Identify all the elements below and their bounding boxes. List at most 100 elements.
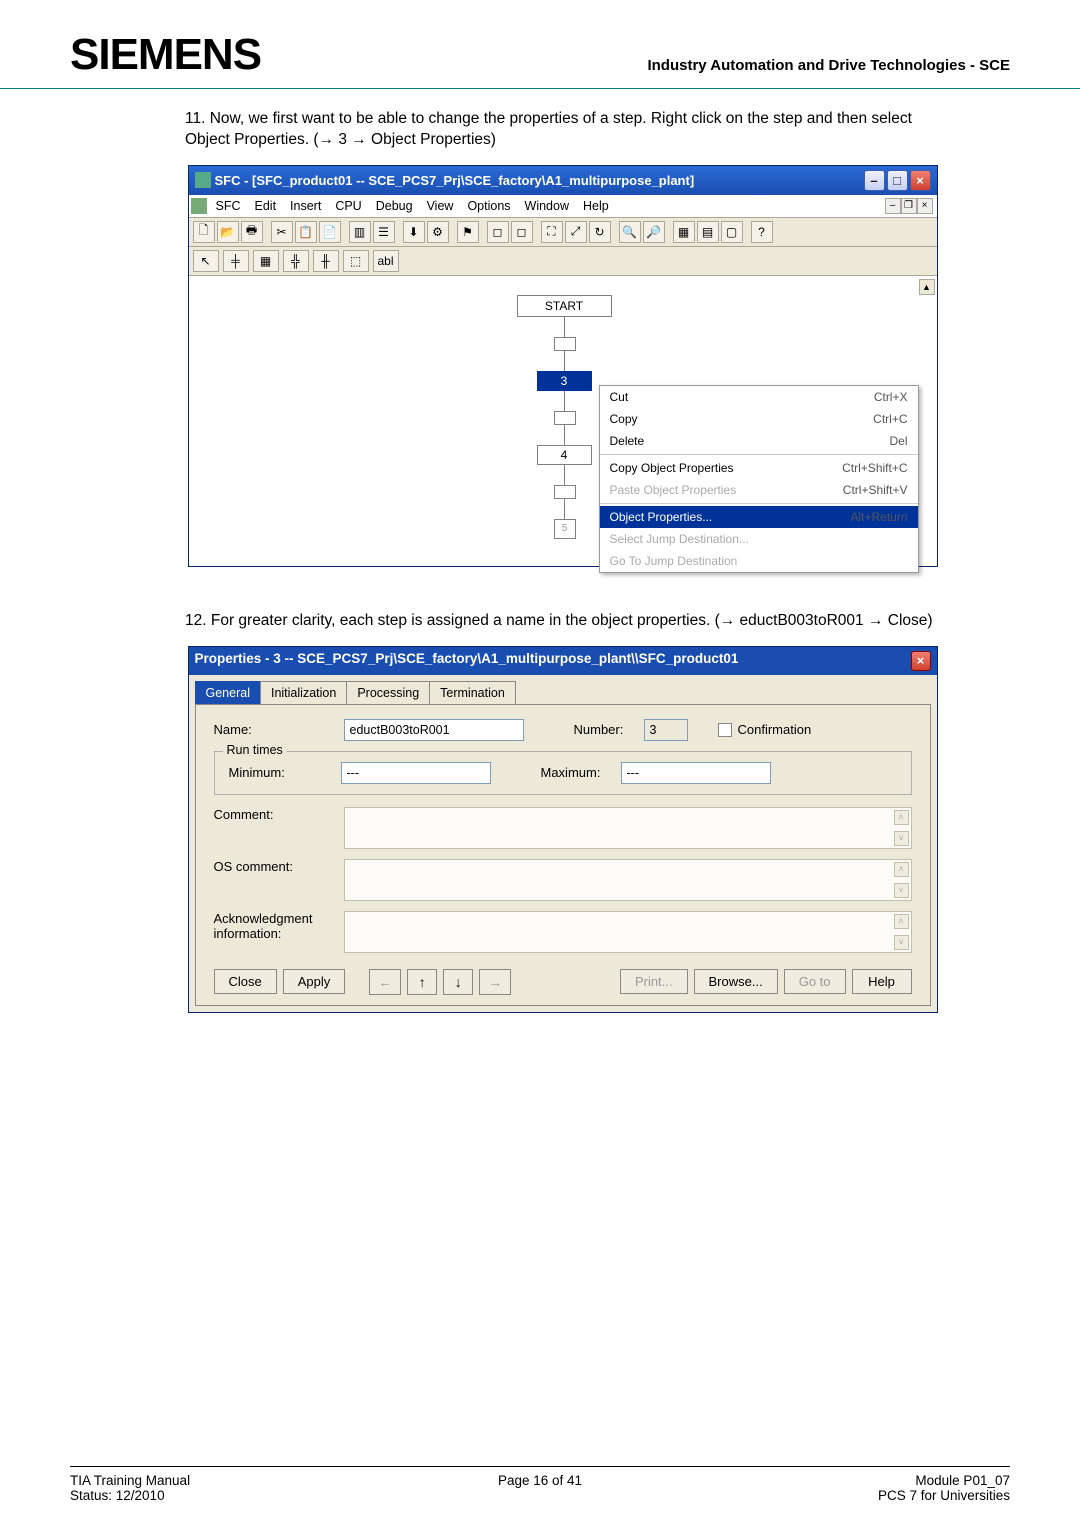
sfc-tool5-icon[interactable]: ⬚	[343, 250, 369, 272]
refresh-icon[interactable]: ↻	[589, 221, 611, 243]
sfc-tool-abl-icon[interactable]: abl	[373, 250, 399, 272]
new-icon[interactable]: 🗋	[193, 221, 215, 243]
sfc-tool3-icon[interactable]: ╬	[283, 250, 309, 272]
scroll-down-icon[interactable]: ˅	[894, 831, 909, 846]
apply-button[interactable]: Apply	[283, 969, 346, 994]
ctx-copy-obj-props[interactable]: Copy Object PropertiesCtrl+Shift+C	[600, 457, 918, 479]
download-icon[interactable]: ⬇	[403, 221, 425, 243]
help-button[interactable]: Help	[852, 969, 912, 994]
print-button: Print...	[620, 969, 688, 994]
pointer-icon[interactable]: ↖	[193, 250, 219, 272]
sfc-start-step[interactable]: START	[517, 295, 612, 317]
sfc-transition-3[interactable]	[554, 485, 576, 499]
toolbar-main: 🗋 📂 🖶 ✂ 📋 📄 ▥ ☰ ⬇ ⚙ ⚑ ◻ ◻ ⛶ ⤢ ↻ 🔍 🔎	[189, 218, 937, 247]
paste-icon[interactable]: 📄	[319, 221, 341, 243]
cut-icon[interactable]: ✂	[271, 221, 293, 243]
break1-icon[interactable]: ◻	[487, 221, 509, 243]
context-menu: CutCtrl+X CopyCtrl+C DeleteDel Copy Obje…	[599, 385, 919, 573]
maximize-button[interactable]: □	[887, 170, 908, 191]
browse-button[interactable]: Browse...	[694, 969, 778, 994]
view1-icon[interactable]: ▥	[349, 221, 371, 243]
next-button[interactable]: →	[479, 969, 511, 995]
button-row: Close Apply ← ↑ ↓ → Print... Browse... G…	[214, 963, 912, 995]
zoomfit-icon[interactable]: ⤢	[565, 221, 587, 243]
title-bar: SFC - [SFC_product01 -- SCE_PCS7_Prj\SCE…	[189, 166, 937, 195]
menu-help[interactable]: Help	[576, 197, 616, 215]
os-comment-textarea[interactable]: ˄ ˅	[344, 859, 912, 901]
ctx-object-properties[interactable]: Object Properties...Alt+Return	[600, 506, 918, 528]
layout2-icon[interactable]: ▤	[697, 221, 719, 243]
compile-icon[interactable]: ⚙	[427, 221, 449, 243]
close-button[interactable]: Close	[214, 969, 277, 994]
maximum-input[interactable]	[621, 762, 771, 784]
step-12-text: 12. For greater clarity, each step is as…	[185, 611, 940, 632]
menu-edit[interactable]: Edit	[248, 197, 284, 215]
sfc-canvas[interactable]: ▲ START 3 4 5 CutCtrl+X CopyCtrl+C Delet…	[189, 276, 937, 566]
sfc-editor-window: SFC - [SFC_product01 -- SCE_PCS7_Prj\SCE…	[188, 165, 938, 567]
layout1-icon[interactable]: ▦	[673, 221, 695, 243]
menu-sfc[interactable]: SFC	[209, 197, 248, 215]
view2-icon[interactable]: ☰	[373, 221, 395, 243]
props-close-button[interactable]: ×	[911, 651, 931, 671]
footer: TIA Training Manual Status: 12/2010 Page…	[70, 1473, 1010, 1503]
close-button[interactable]: ×	[910, 170, 931, 191]
up-button[interactable]: ↑	[407, 969, 437, 995]
ctx-paste-obj-props: Paste Object PropertiesCtrl+Shift+V	[600, 479, 918, 501]
sfc-step-5[interactable]: 5	[554, 519, 576, 539]
ack-textarea[interactable]: ˄ ˅	[344, 911, 912, 953]
sfc-tool2-icon[interactable]: ▦	[253, 250, 279, 272]
layout3-icon[interactable]: ▢	[721, 221, 743, 243]
sfc-transition-2[interactable]	[554, 411, 576, 425]
name-input[interactable]	[344, 719, 524, 741]
props-title-bar: Properties - 3 -- SCE_PCS7_Prj\SCE_facto…	[189, 647, 937, 675]
sfc-step-3-selected[interactable]: 3	[537, 371, 592, 391]
window-title: SFC - [SFC_product01 -- SCE_PCS7_Prj\SCE…	[215, 173, 695, 188]
print-icon[interactable]: 🖶	[241, 221, 263, 243]
tab-termination[interactable]: Termination	[429, 681, 516, 704]
scroll-up-icon[interactable]: ˄	[894, 862, 909, 877]
menu-bar: SFC Edit Insert CPU Debug View Options W…	[189, 195, 937, 218]
comment-textarea[interactable]: ˄ ˅	[344, 807, 912, 849]
tab-initialization[interactable]: Initialization	[260, 681, 347, 704]
doc-minimize[interactable]: –	[885, 198, 901, 214]
copy-icon[interactable]: 📋	[295, 221, 317, 243]
minimize-button[interactable]: –	[864, 170, 885, 191]
menu-insert[interactable]: Insert	[283, 197, 328, 215]
number-input	[644, 719, 688, 741]
tab-processing[interactable]: Processing	[346, 681, 430, 704]
footer-divider	[70, 1466, 1010, 1467]
toolbar-sfc: ↖ ╪ ▦ ╬ ╫ ⬚ abl	[189, 247, 937, 276]
scroll-up-icon[interactable]: ˄	[894, 810, 909, 825]
confirmation-checkbox[interactable]	[718, 723, 732, 737]
menu-cpu[interactable]: CPU	[328, 197, 368, 215]
zoomin-icon[interactable]: 🔍	[619, 221, 641, 243]
ctx-cut[interactable]: CutCtrl+X	[600, 386, 918, 408]
menu-debug[interactable]: Debug	[369, 197, 420, 215]
sfc-tool1-icon[interactable]: ╪	[223, 250, 249, 272]
sfc-tool4-icon[interactable]: ╫	[313, 250, 339, 272]
scroll-down-icon[interactable]: ˅	[894, 935, 909, 950]
open-icon[interactable]: 📂	[217, 221, 239, 243]
ctx-delete[interactable]: DeleteDel	[600, 430, 918, 452]
zoomout-icon[interactable]: 🔎	[643, 221, 665, 243]
menu-window[interactable]: Window	[518, 197, 576, 215]
sfc-step-4[interactable]: 4	[537, 445, 592, 465]
doc-restore[interactable]: ❐	[901, 198, 917, 214]
scroll-down-icon[interactable]: ˅	[894, 883, 909, 898]
doc-close[interactable]: ×	[917, 198, 933, 214]
down-button[interactable]: ↓	[443, 969, 473, 995]
scroll-up-icon[interactable]: ▲	[919, 279, 935, 295]
help-icon[interactable]: ?	[751, 221, 773, 243]
ctx-copy[interactable]: CopyCtrl+C	[600, 408, 918, 430]
sfc-transition-1[interactable]	[554, 337, 576, 351]
ack-label: Acknowledgment information:	[214, 911, 344, 941]
prev-button[interactable]: ←	[369, 969, 401, 995]
fit-icon[interactable]: ⛶	[541, 221, 563, 243]
break2-icon[interactable]: ◻	[511, 221, 533, 243]
menu-options[interactable]: Options	[460, 197, 517, 215]
scroll-up-icon[interactable]: ˄	[894, 914, 909, 929]
minimum-input[interactable]	[341, 762, 491, 784]
menu-view[interactable]: View	[420, 197, 461, 215]
tab-general[interactable]: General	[195, 681, 261, 704]
flag-icon[interactable]: ⚑	[457, 221, 479, 243]
